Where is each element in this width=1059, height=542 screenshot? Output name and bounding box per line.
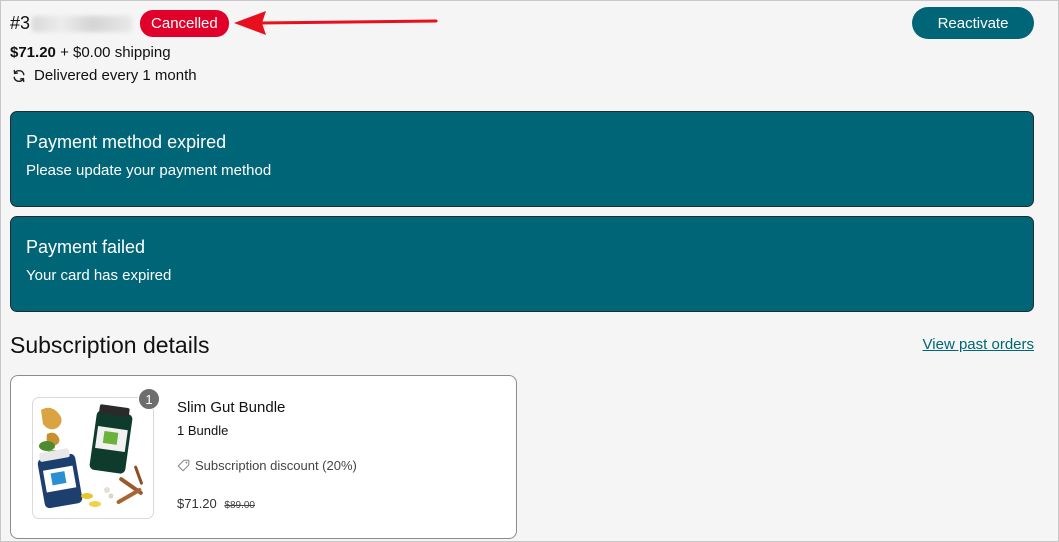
product-price-line: $71.20 $89.00 bbox=[177, 496, 255, 511]
quantity-badge: 1 bbox=[138, 388, 160, 410]
annotation-arrow bbox=[234, 11, 438, 35]
order-number-text: #3 bbox=[10, 13, 31, 33]
tag-icon bbox=[177, 459, 190, 472]
shipping-cost: + $0.00 shipping bbox=[60, 44, 171, 61]
view-past-orders-link[interactable]: View past orders bbox=[923, 336, 1034, 353]
delivery-frequency: Delivered every 1 month bbox=[10, 67, 197, 84]
alert-payment-failed: Payment failed Your card has expired bbox=[10, 216, 1034, 312]
subscription-price: $71.20 bbox=[10, 44, 56, 61]
refresh-icon bbox=[13, 69, 25, 82]
alert-title: Payment failed bbox=[26, 237, 146, 257]
product-variant: 1 Bundle bbox=[177, 423, 229, 438]
product-image bbox=[32, 397, 154, 519]
delivery-text: Delivered every 1 month bbox=[34, 67, 197, 84]
product-card: 1 Slim Gut Bundle 1 Bundle Subscription … bbox=[10, 375, 517, 539]
discount-line: Subscription discount (20%) bbox=[177, 458, 357, 473]
section-title: Subscription details bbox=[10, 332, 210, 358]
alert-title: Payment method expired bbox=[26, 132, 227, 152]
product-illustration bbox=[37, 404, 143, 509]
reactivate-button[interactable]: Reactivate bbox=[912, 7, 1034, 39]
price-line: $71.20 + $0.00 shipping bbox=[10, 44, 171, 61]
alert-text: Your card has expired bbox=[26, 267, 172, 284]
alert-payment-method-expired: Payment method expired Please update you… bbox=[10, 111, 1034, 207]
status-badge: Cancelled bbox=[140, 10, 229, 37]
product-name: Slim Gut Bundle bbox=[177, 399, 286, 416]
product-price: $71.20 bbox=[177, 496, 217, 511]
order-header: #3 Cancelled bbox=[10, 10, 229, 37]
discount-text: Subscription discount (20%) bbox=[195, 458, 357, 473]
redacted-order-number bbox=[32, 15, 133, 32]
compare-at-price: $89.00 bbox=[224, 500, 255, 511]
alert-text: Please update your payment method bbox=[26, 162, 272, 179]
order-number: #3 bbox=[10, 13, 133, 34]
